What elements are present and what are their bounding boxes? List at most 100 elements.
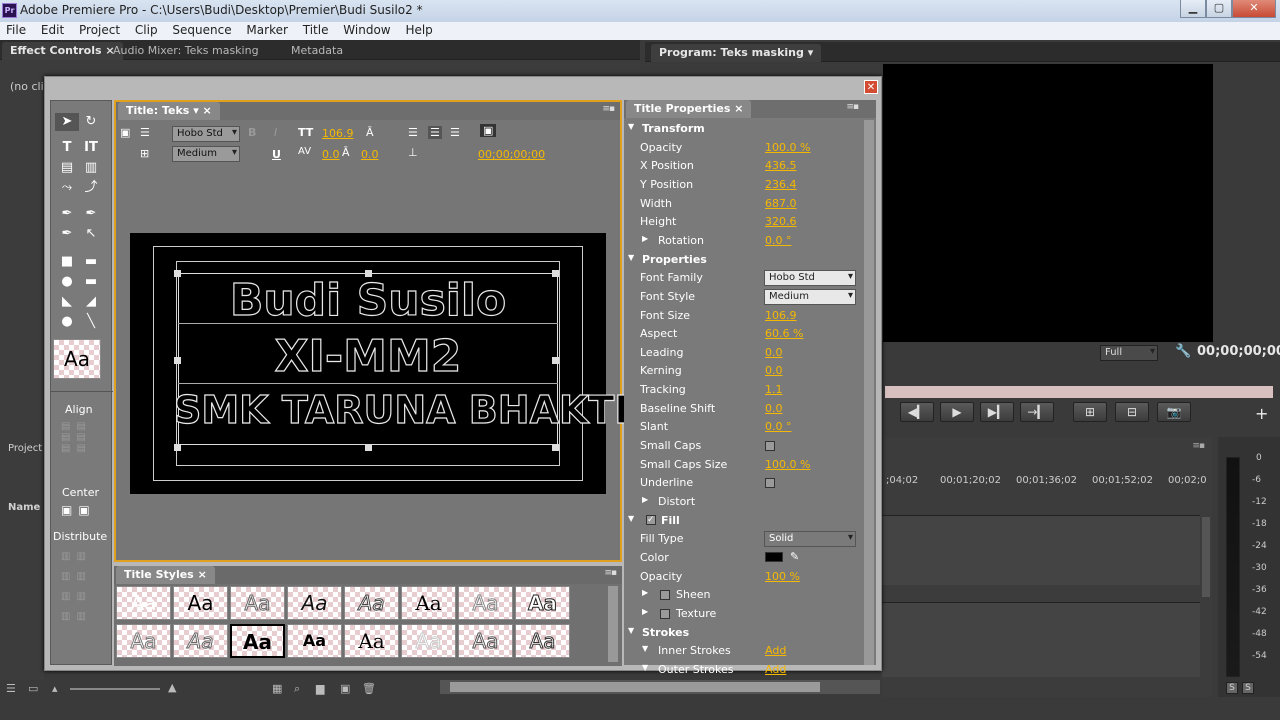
property-select[interactable]: Medium [764,288,856,305]
property-select[interactable]: Hobo Std [764,270,856,287]
props-menu-icon[interactable]: ≡▪ [846,102,859,112]
expand-triangle-icon[interactable]: ▶ [642,495,648,504]
tab-title-teks[interactable]: Title: Teks ▾ × [118,102,220,120]
export-frame-button[interactable]: 📷 [1157,402,1191,422]
property-value[interactable]: 100.0 % [765,458,810,471]
style-swatch[interactable]: Aa [230,624,285,658]
style-swatch[interactable]: Aa [173,624,228,658]
video-tracks[interactable] [882,515,1200,585]
new-item-icon[interactable]: ▣ [340,682,350,695]
align-center-icon[interactable]: ☰ [428,126,442,139]
tab-title-properties[interactable]: Title Properties × [626,100,752,118]
property-checkbox[interactable] [660,590,670,601]
rounded-corner-rect-tool-icon[interactable]: ▬ [79,273,103,291]
menu-project[interactable]: Project [73,22,125,37]
style-swatch[interactable]: Aa [401,586,456,620]
resize-handle[interactable] [365,444,372,451]
find-icon[interactable]: ⌕ [294,682,300,696]
wedge-tool-icon[interactable]: ◣ [55,293,79,311]
font-family-select[interactable]: Hobo Std [172,126,240,142]
tab-stops-icon[interactable]: ⊥ [408,146,418,159]
property-value[interactable]: 236.4 [765,178,797,191]
template-icon[interactable]: ⊞ [140,147,149,160]
property-value[interactable]: 1.1 [765,383,783,396]
background-timecode[interactable]: 00;00;00;00 [478,148,545,161]
font-size-value[interactable]: 106.9 [322,127,354,140]
zoom-out-icon[interactable]: ▴ [52,682,58,695]
show-video-icon[interactable]: ▣ [480,124,497,137]
style-swatch[interactable]: Aa [173,586,228,620]
maximize-button[interactable]: ▢ [1206,0,1232,18]
style-swatch[interactable]: Aa [458,624,513,658]
roll-crawl-icon[interactable]: ☰ [140,126,150,139]
vertical-area-type-tool-icon[interactable]: ▥ [79,159,103,177]
property-value[interactable]: 0.0 [765,364,783,377]
property-value[interactable]: 0.0 [765,402,783,415]
property-value[interactable]: 687.0 [765,197,797,210]
style-swatch[interactable]: Aa [116,586,171,620]
resize-handle[interactable] [174,270,181,277]
fill-checkbox[interactable]: ✓ [646,514,656,525]
resize-handle[interactable] [365,270,372,277]
tab-metadata[interactable]: Metadata [283,42,351,60]
title-text-line-2[interactable]: XI-MM2 [178,330,558,382]
resize-handle[interactable] [174,357,181,364]
props-scrollbar[interactable] [864,120,874,665]
fill-color-swatch[interactable] [765,551,783,562]
resize-handle[interactable] [174,444,181,451]
vertical-path-type-tool-icon[interactable]: ⤴ [79,179,103,197]
property-value[interactable]: 436.5 [765,159,797,172]
property-value[interactable]: 100.0 % [765,141,810,154]
styles-menu-icon[interactable]: ≡▪ [604,568,617,578]
resize-handle[interactable] [552,270,559,277]
style-swatch[interactable]: Aa [515,624,570,658]
expand-triangle-icon[interactable]: ▶ [642,588,648,597]
timeline-vscroll[interactable] [1202,517,1210,597]
expand-triangle-icon[interactable]: ▼ [642,663,648,672]
rounded-rect-tool-icon[interactable]: ● [55,273,79,291]
property-value[interactable]: Add [765,663,786,676]
ellipse-tool-icon[interactable]: ● [55,313,79,331]
tab-title-styles[interactable]: Title Styles × [116,566,215,584]
align-left-icon[interactable]: ☰ [408,126,418,139]
wrench-icon[interactable]: 🔧 [1175,344,1191,359]
distribute-buttons[interactable]: ▥▥ ▥▥ ▥▥ ▥▥ [61,547,92,627]
property-value[interactable]: 320.6 [765,215,797,228]
style-swatch[interactable]: Aa [344,624,399,658]
style-swatch[interactable]: Aa [401,624,456,658]
property-value[interactable]: Add [765,644,786,657]
style-swatch[interactable]: Aa [344,586,399,620]
convert-anchor-tool-icon[interactable]: ↖ [79,225,103,243]
style-swatch[interactable]: Aa [116,624,171,658]
trash-icon[interactable]: 🗑 [362,682,376,695]
styles-scrollbar[interactable] [608,586,618,662]
audio-tracks[interactable] [882,602,1200,677]
new-title-icon[interactable]: ▣ [120,126,130,139]
type-tool-icon[interactable]: T [55,139,79,157]
style-swatch[interactable]: Aa [230,586,285,620]
timeline-hscroll[interactable] [440,680,880,694]
property-value[interactable]: 0.0 ° [765,420,792,433]
add-button-icon[interactable]: + [1255,404,1268,423]
menu-window[interactable]: Window [337,22,395,37]
resize-handle[interactable] [552,444,559,451]
style-swatch[interactable]: Aa [458,586,513,620]
resize-handle[interactable] [552,357,559,364]
leading-value[interactable]: 0.0 [361,148,379,161]
menu-title[interactable]: Title [297,22,334,37]
area-type-tool-icon[interactable]: ▤ [55,159,79,177]
go-to-out-button[interactable]: →▎ [1020,402,1054,422]
clipped-rect-tool-icon[interactable]: ▬ [79,253,103,271]
line-tool-icon[interactable]: ╲ [79,313,103,331]
play-button[interactable]: ▶ [940,402,974,422]
path-type-tool-icon[interactable]: ⤳ [55,179,79,197]
italic-button[interactable]: I [274,126,277,139]
style-swatch[interactable]: Aa [515,586,570,620]
font-style-select[interactable]: Medium [172,146,240,162]
eyedropper-icon[interactable]: ✎ [790,550,799,563]
zoom-slider[interactable] [70,688,160,690]
collapse-triangle-icon[interactable]: ▼ [628,122,634,131]
style-swatch[interactable]: Aa [287,586,342,620]
icon-view-icon[interactable]: ▭ [28,682,38,695]
zoom-select[interactable]: Full [1100,345,1158,361]
